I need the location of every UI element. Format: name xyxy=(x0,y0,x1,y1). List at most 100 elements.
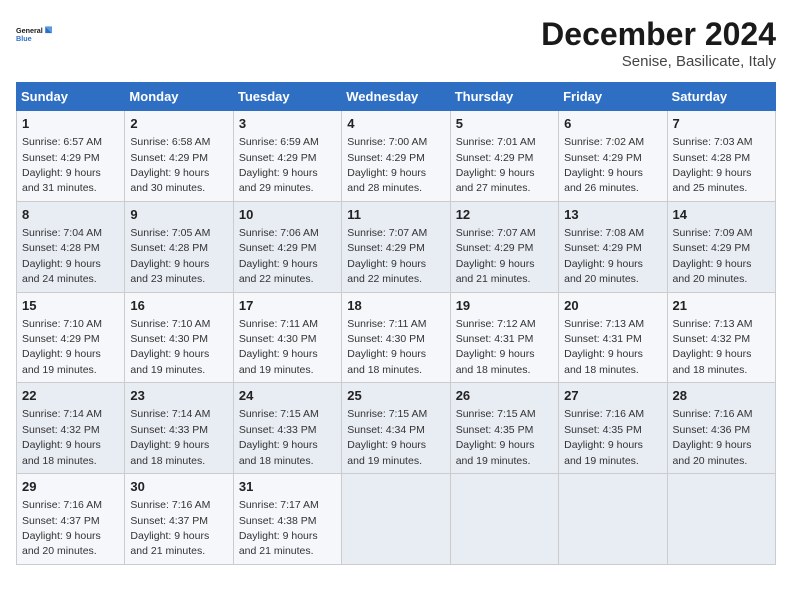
day-cell-3: 3 Sunrise: 6:59 AM Sunset: 4:29 PM Daylig… xyxy=(233,111,341,202)
location-subtitle: Senise, Basilicate, Italy xyxy=(541,53,776,70)
day-number-17: 17 xyxy=(239,297,336,315)
day-info-16: Sunrise: 7:10 AM Sunset: 4:30 PM Dayligh… xyxy=(130,318,210,376)
day-number-12: 12 xyxy=(456,206,553,224)
day-cell-31: 31 Sunrise: 7:17 AM Sunset: 4:38 PM Dayli… xyxy=(233,474,341,565)
day-info-2: Sunrise: 6:58 AM Sunset: 4:29 PM Dayligh… xyxy=(130,136,210,194)
day-number-16: 16 xyxy=(130,297,227,315)
day-info-3: Sunrise: 6:59 AM Sunset: 4:29 PM Dayligh… xyxy=(239,136,319,194)
week-row-3: 15 Sunrise: 7:10 AM Sunset: 4:29 PM Dayli… xyxy=(17,292,776,383)
day-info-14: Sunrise: 7:09 AM Sunset: 4:29 PM Dayligh… xyxy=(673,227,753,285)
day-info-29: Sunrise: 7:16 AM Sunset: 4:37 PM Dayligh… xyxy=(22,499,102,557)
svg-text:Blue: Blue xyxy=(16,34,32,43)
day-number-5: 5 xyxy=(456,115,553,133)
day-cell-4: 4 Sunrise: 7:00 AM Sunset: 4:29 PM Daylig… xyxy=(342,111,450,202)
day-number-9: 9 xyxy=(130,206,227,224)
day-info-10: Sunrise: 7:06 AM Sunset: 4:29 PM Dayligh… xyxy=(239,227,319,285)
day-number-4: 4 xyxy=(347,115,444,133)
day-info-13: Sunrise: 7:08 AM Sunset: 4:29 PM Dayligh… xyxy=(564,227,644,285)
month-title: December 2024 xyxy=(541,16,776,53)
header-wednesday: Wednesday xyxy=(342,83,450,111)
day-number-15: 15 xyxy=(22,297,119,315)
day-cell-18: 18 Sunrise: 7:11 AM Sunset: 4:30 PM Dayli… xyxy=(342,292,450,383)
day-info-6: Sunrise: 7:02 AM Sunset: 4:29 PM Dayligh… xyxy=(564,136,644,194)
day-info-8: Sunrise: 7:04 AM Sunset: 4:28 PM Dayligh… xyxy=(22,227,102,285)
empty-cell xyxy=(559,474,667,565)
week-row-2: 8Sunrise: 7:04 AM Sunset: 4:28 PM Daylig… xyxy=(17,201,776,292)
day-info-27: Sunrise: 7:16 AM Sunset: 4:35 PM Dayligh… xyxy=(564,408,644,466)
day-info-28: Sunrise: 7:16 AM Sunset: 4:36 PM Dayligh… xyxy=(673,408,753,466)
header-sunday: Sunday xyxy=(17,83,125,111)
header-tuesday: Tuesday xyxy=(233,83,341,111)
day-cell-26: 26Sunrise: 7:15 AM Sunset: 4:35 PM Dayli… xyxy=(450,383,558,474)
empty-cell xyxy=(667,474,775,565)
day-number-21: 21 xyxy=(673,297,770,315)
header-thursday: Thursday xyxy=(450,83,558,111)
day-cell-28: 28 Sunrise: 7:16 AM Sunset: 4:36 PM Dayli… xyxy=(667,383,775,474)
day-info-12: Sunrise: 7:07 AM Sunset: 4:29 PM Dayligh… xyxy=(456,227,536,285)
empty-cell xyxy=(450,474,558,565)
day-number-3: 3 xyxy=(239,115,336,133)
day-number-10: 10 xyxy=(239,206,336,224)
day-info-25: Sunrise: 7:15 AM Sunset: 4:34 PM Dayligh… xyxy=(347,408,427,466)
day-number-24: 24 xyxy=(239,387,336,405)
day-cell-17: 17 Sunrise: 7:11 AM Sunset: 4:30 PM Dayli… xyxy=(233,292,341,383)
header-friday: Friday xyxy=(559,83,667,111)
day-number-7: 7 xyxy=(673,115,770,133)
empty-cell xyxy=(342,474,450,565)
day-number-25: 25 xyxy=(347,387,444,405)
day-cell-16: 16 Sunrise: 7:10 AM Sunset: 4:30 PM Dayli… xyxy=(125,292,233,383)
day-number-31: 31 xyxy=(239,478,336,496)
day-info-19: Sunrise: 7:12 AM Sunset: 4:31 PM Dayligh… xyxy=(456,318,536,376)
day-info-7: Sunrise: 7:03 AM Sunset: 4:28 PM Dayligh… xyxy=(673,136,753,194)
day-info-31: Sunrise: 7:17 AM Sunset: 4:38 PM Dayligh… xyxy=(239,499,319,557)
day-cell-19: 19 Sunrise: 7:12 AM Sunset: 4:31 PM Dayli… xyxy=(450,292,558,383)
day-number-11: 11 xyxy=(347,206,444,224)
day-info-5: Sunrise: 7:01 AM Sunset: 4:29 PM Dayligh… xyxy=(456,136,536,194)
header-saturday: Saturday xyxy=(667,83,775,111)
page-header: GeneralBlue December 2024 Senise, Basili… xyxy=(16,16,776,70)
day-info-9: Sunrise: 7:05 AM Sunset: 4:28 PM Dayligh… xyxy=(130,227,210,285)
day-cell-25: 25 Sunrise: 7:15 AM Sunset: 4:34 PM Dayli… xyxy=(342,383,450,474)
week-row-1: 1 Sunrise: 6:57 AM Sunset: 4:29 PM Daylig… xyxy=(17,111,776,202)
day-cell-24: 24 Sunrise: 7:15 AM Sunset: 4:33 PM Dayli… xyxy=(233,383,341,474)
day-number-30: 30 xyxy=(130,478,227,496)
day-info-22: Sunrise: 7:14 AM Sunset: 4:32 PM Dayligh… xyxy=(22,408,102,466)
day-number-14: 14 xyxy=(673,206,770,224)
logo: GeneralBlue xyxy=(16,16,52,52)
day-cell-1: 1 Sunrise: 6:57 AM Sunset: 4:29 PM Daylig… xyxy=(17,111,125,202)
day-cell-15: 15 Sunrise: 7:10 AM Sunset: 4:29 PM Dayli… xyxy=(17,292,125,383)
day-cell-30: 30Sunrise: 7:16 AM Sunset: 4:37 PM Dayli… xyxy=(125,474,233,565)
day-info-21: Sunrise: 7:13 AM Sunset: 4:32 PM Dayligh… xyxy=(673,318,753,376)
day-cell-21: 21 Sunrise: 7:13 AM Sunset: 4:32 PM Dayli… xyxy=(667,292,775,383)
calendar-table: SundayMondayTuesdayWednesdayThursdayFrid… xyxy=(16,82,776,565)
calendar-header-row: SundayMondayTuesdayWednesdayThursdayFrid… xyxy=(17,83,776,111)
day-info-11: Sunrise: 7:07 AM Sunset: 4:29 PM Dayligh… xyxy=(347,227,427,285)
day-number-27: 27 xyxy=(564,387,661,405)
day-cell-5: 5 Sunrise: 7:01 AM Sunset: 4:29 PM Daylig… xyxy=(450,111,558,202)
day-cell-2: 2Sunrise: 6:58 AM Sunset: 4:29 PM Daylig… xyxy=(125,111,233,202)
day-info-18: Sunrise: 7:11 AM Sunset: 4:30 PM Dayligh… xyxy=(347,318,426,376)
day-info-26: Sunrise: 7:15 AM Sunset: 4:35 PM Dayligh… xyxy=(456,408,536,466)
title-block: December 2024 Senise, Basilicate, Italy xyxy=(541,16,776,70)
day-cell-7: 7 Sunrise: 7:03 AM Sunset: 4:28 PM Daylig… xyxy=(667,111,775,202)
day-number-28: 28 xyxy=(673,387,770,405)
day-number-1: 1 xyxy=(22,115,119,133)
week-row-4: 22 Sunrise: 7:14 AM Sunset: 4:32 PM Dayli… xyxy=(17,383,776,474)
day-cell-22: 22 Sunrise: 7:14 AM Sunset: 4:32 PM Dayli… xyxy=(17,383,125,474)
day-cell-12: 12 Sunrise: 7:07 AM Sunset: 4:29 PM Dayli… xyxy=(450,201,558,292)
day-cell-27: 27 Sunrise: 7:16 AM Sunset: 4:35 PM Dayli… xyxy=(559,383,667,474)
day-number-29: 29 xyxy=(22,478,119,496)
day-number-19: 19 xyxy=(456,297,553,315)
day-number-18: 18 xyxy=(347,297,444,315)
day-cell-29: 29 Sunrise: 7:16 AM Sunset: 4:37 PM Dayli… xyxy=(17,474,125,565)
day-number-22: 22 xyxy=(22,387,119,405)
day-info-17: Sunrise: 7:11 AM Sunset: 4:30 PM Dayligh… xyxy=(239,318,318,376)
day-info-15: Sunrise: 7:10 AM Sunset: 4:29 PM Dayligh… xyxy=(22,318,102,376)
day-number-20: 20 xyxy=(564,297,661,315)
header-monday: Monday xyxy=(125,83,233,111)
day-info-24: Sunrise: 7:15 AM Sunset: 4:33 PM Dayligh… xyxy=(239,408,319,466)
day-info-1: Sunrise: 6:57 AM Sunset: 4:29 PM Dayligh… xyxy=(22,136,102,194)
day-cell-14: 14 Sunrise: 7:09 AM Sunset: 4:29 PM Dayli… xyxy=(667,201,775,292)
day-info-4: Sunrise: 7:00 AM Sunset: 4:29 PM Dayligh… xyxy=(347,136,427,194)
day-cell-8: 8Sunrise: 7:04 AM Sunset: 4:28 PM Daylig… xyxy=(17,201,125,292)
